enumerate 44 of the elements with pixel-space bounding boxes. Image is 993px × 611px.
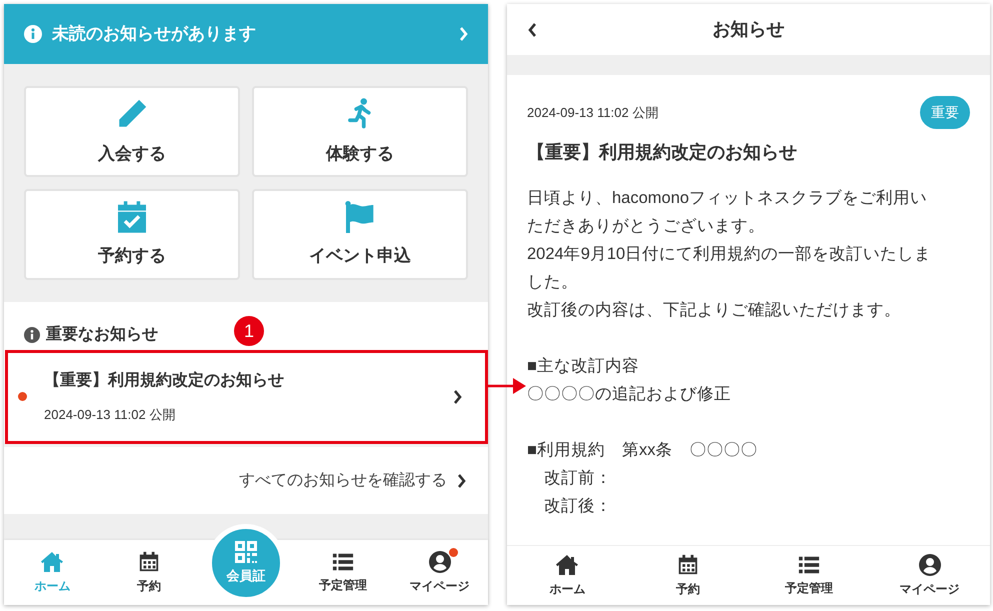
notice-heading: 【重要】利用規約改定のお知らせ xyxy=(527,141,798,164)
menu-tile[interactable]: イベント申込 xyxy=(252,189,468,280)
menu-tile[interactable]: 予約する xyxy=(24,189,240,280)
calendar-icon xyxy=(138,550,160,574)
body-text: 2024年9月10日付にて利用規約の一部を改訂いたしました。 xyxy=(527,244,932,293)
chevron-right-icon xyxy=(459,27,468,41)
body-text: 日頃より、hacomonoフィットネスクラブをご利用いただきありがとうございます。 xyxy=(527,188,928,237)
notice-date: 2024-09-13 11:02 公開 xyxy=(44,406,176,424)
tab-bar-item[interactable]: マイページ xyxy=(869,546,990,605)
body-text: ■利用規約 第xx条 〇〇〇〇 xyxy=(527,440,758,461)
tab-bar-item[interactable]: ホーム xyxy=(507,546,628,605)
tab-bar-item[interactable]: 予約 xyxy=(100,540,198,605)
tab-bar-item[interactable]: 予定管理 xyxy=(748,546,870,605)
tab-bar-item[interactable]: 予定管理 xyxy=(294,540,392,605)
notice-list-item[interactable]: 【重要】利用規約改定のお知らせ 2024-09-13 11:02 公開 xyxy=(4,350,488,443)
user-icon xyxy=(428,550,452,574)
section-heading: 重要なお知らせ xyxy=(46,324,158,345)
qr-code-icon xyxy=(234,540,258,564)
screen-title: お知らせ xyxy=(712,18,784,41)
tab-bar-item[interactable]: マイページ xyxy=(391,540,488,605)
menu-tile[interactable]: 入会する xyxy=(24,86,240,177)
body-text: ■主な改訂内容 xyxy=(527,356,640,377)
home-icon xyxy=(554,553,580,577)
user-icon xyxy=(918,553,942,577)
annotation-arrow xyxy=(488,378,526,394)
important-tag: 重要 xyxy=(920,96,970,129)
flag-icon xyxy=(344,200,376,233)
body-text: 〇〇〇〇の追記および修正 xyxy=(527,384,732,405)
info-icon xyxy=(24,25,42,43)
notice-title: 【重要】利用規約改定のお知らせ xyxy=(44,370,285,391)
calendar-icon xyxy=(677,553,700,577)
chevron-left-icon xyxy=(528,23,536,37)
home-icon xyxy=(39,550,66,574)
info-icon xyxy=(24,327,40,343)
tab-bar-item[interactable]: 予約 xyxy=(628,546,748,605)
chevron-right-icon xyxy=(457,474,466,488)
body-text: 改訂後： xyxy=(543,496,613,517)
body-text: 改訂前： xyxy=(543,468,613,489)
menu-tile[interactable]: 体験する xyxy=(252,86,468,177)
chevron-right-icon xyxy=(453,390,462,404)
body-text: 改訂後の内容は、下記よりご確認いただけます。 xyxy=(527,300,902,321)
calendar-check-icon xyxy=(118,200,146,233)
view-all-link[interactable]: すべてのお知らせを確認する xyxy=(4,447,488,514)
notice-date: 2024-09-13 11:02 公開 xyxy=(527,104,658,122)
